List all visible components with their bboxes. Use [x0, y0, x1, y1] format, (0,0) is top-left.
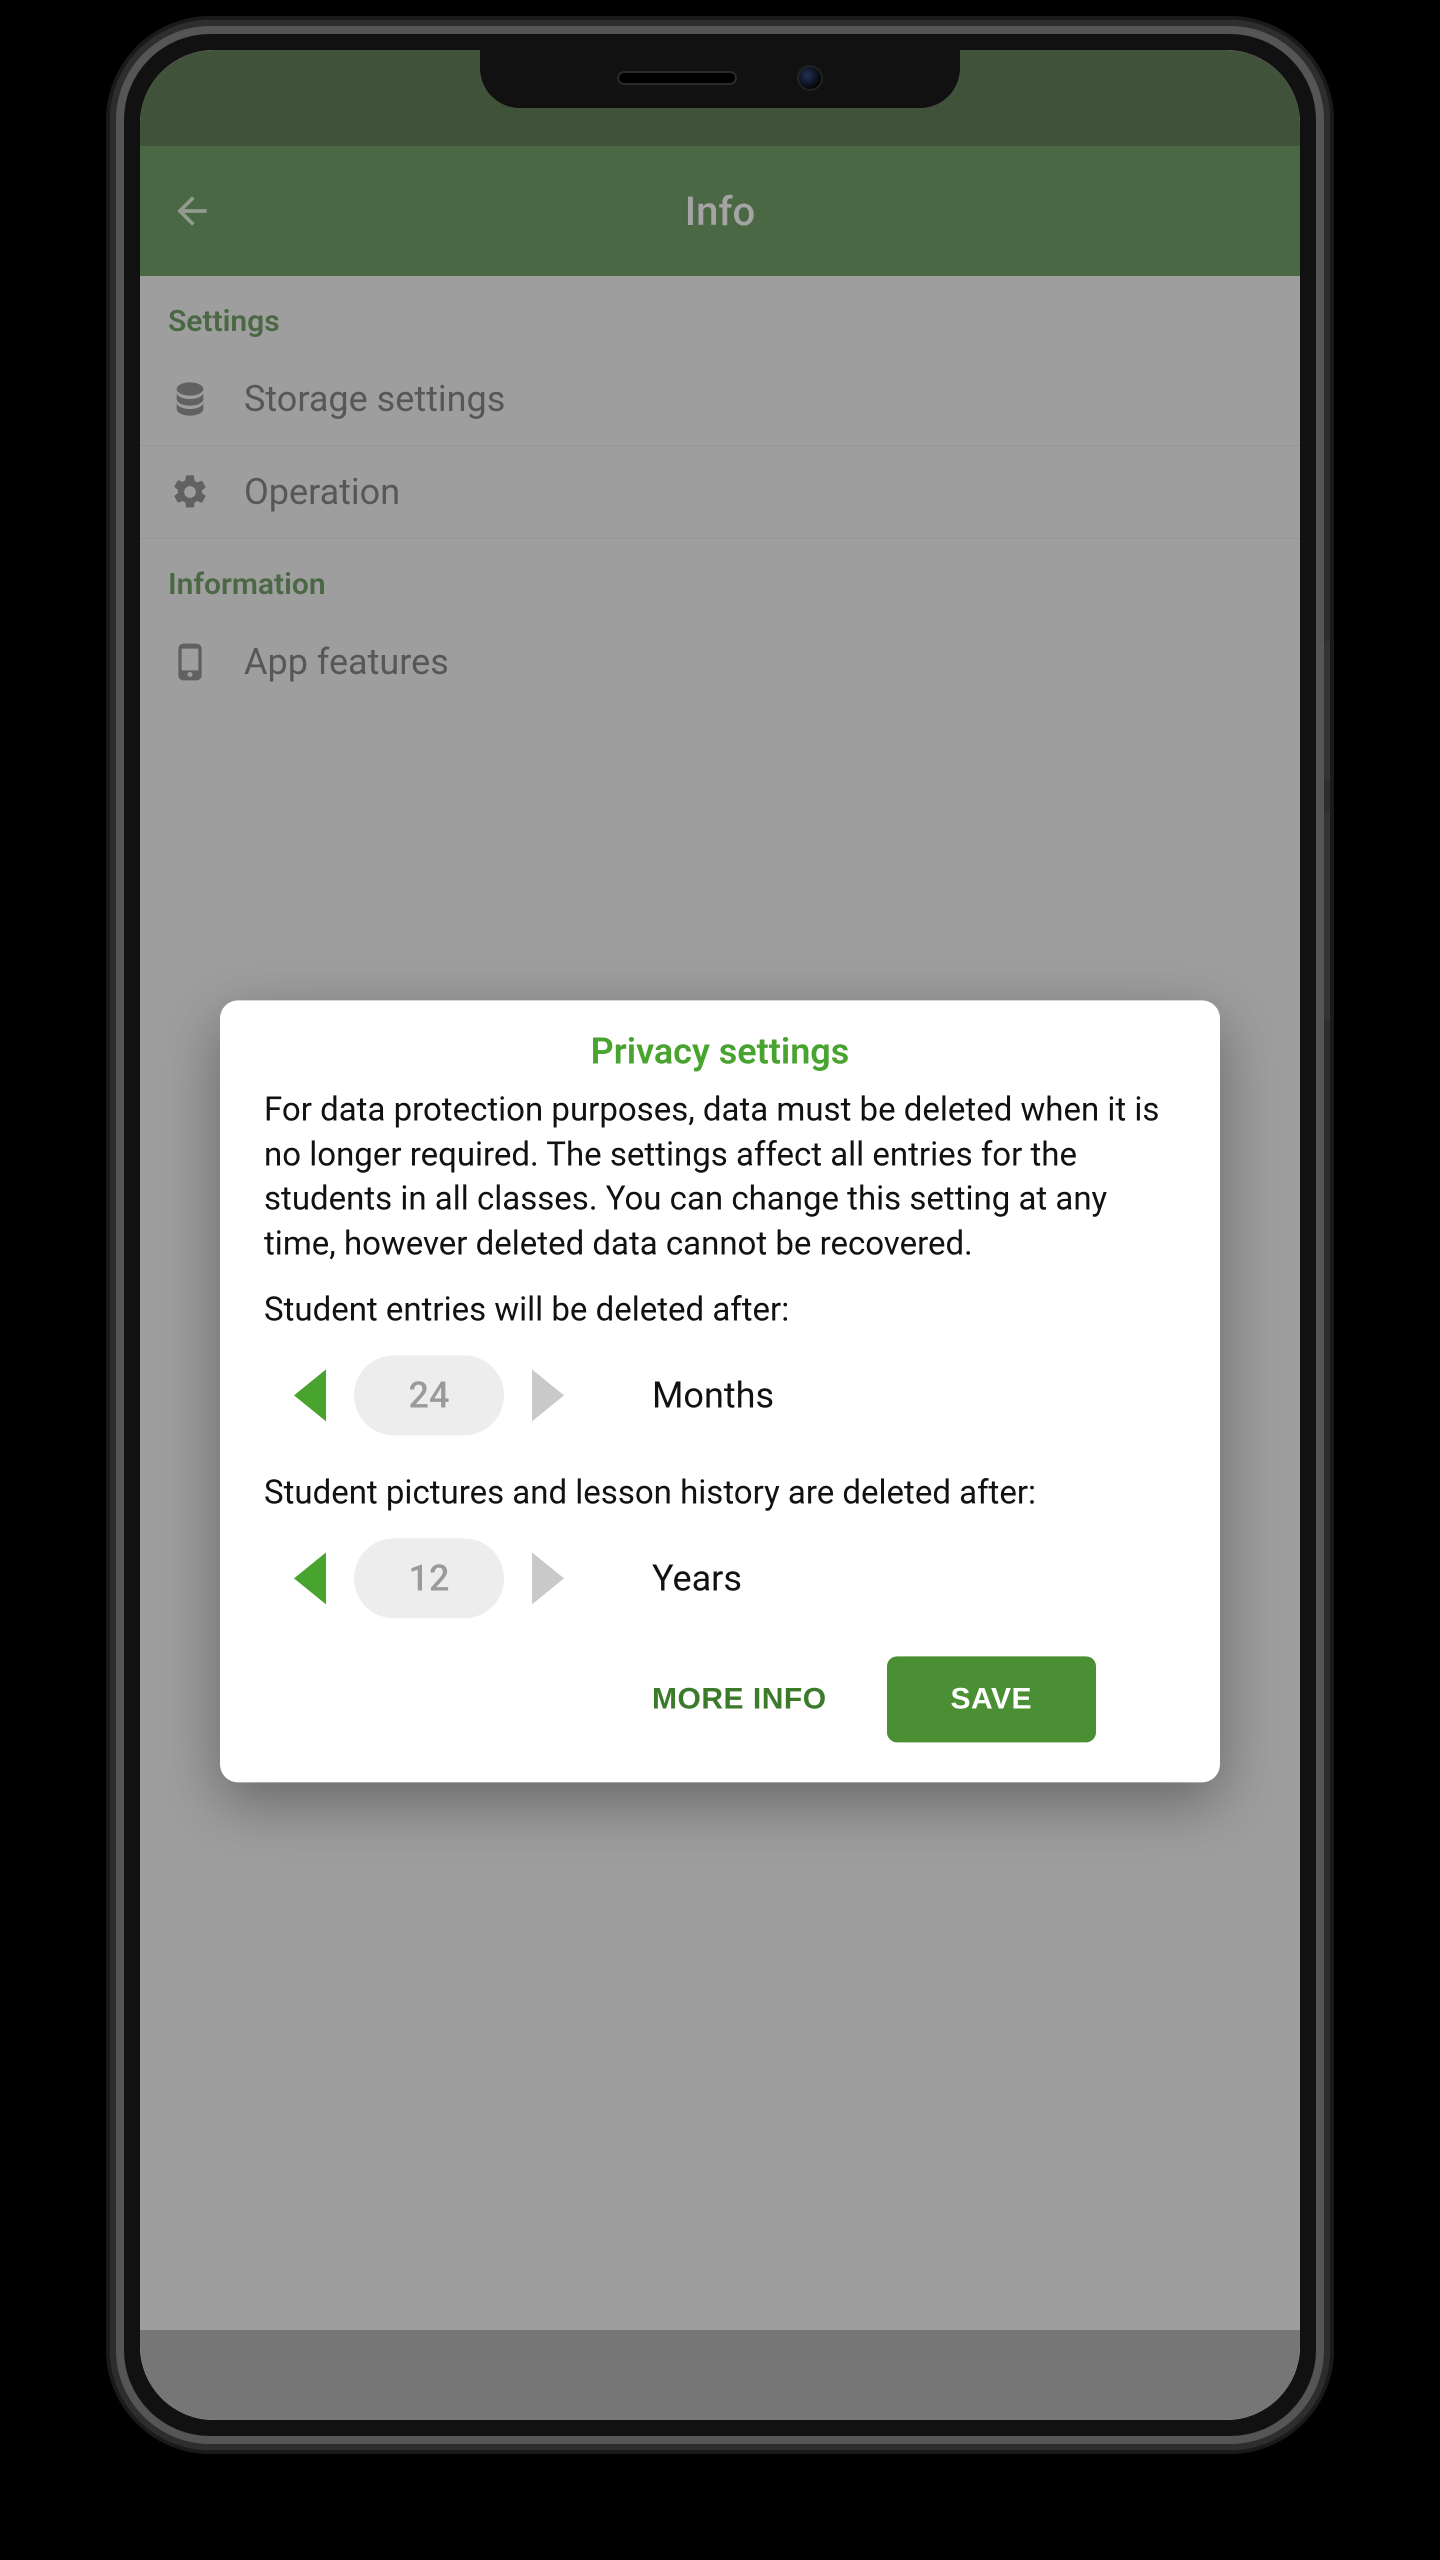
speaker-grill — [617, 71, 737, 85]
decrement-entries-button[interactable] — [294, 1370, 326, 1422]
increment-pictures-button[interactable] — [532, 1553, 564, 1605]
entries-stepper: 24 Months — [264, 1348, 1176, 1464]
device-frame: Info Settings Storage settings O — [110, 20, 1330, 2450]
pictures-unit: Years — [652, 1558, 742, 1600]
entries-unit: Months — [652, 1375, 774, 1417]
pictures-label: Student pictures and lesson history are … — [264, 1474, 1176, 1513]
privacy-settings-dialog: Privacy settings For data protection pur… — [220, 1000, 1220, 1782]
device-notch — [480, 50, 960, 108]
increment-entries-button[interactable] — [532, 1370, 564, 1422]
entries-label: Student entries will be deleted after: — [264, 1291, 1176, 1330]
more-info-button[interactable]: MORE INFO — [642, 1665, 837, 1735]
dialog-title: Privacy settings — [264, 1030, 1176, 1072]
front-camera — [797, 65, 823, 91]
decrement-pictures-button[interactable] — [294, 1553, 326, 1605]
entries-value[interactable]: 24 — [354, 1356, 504, 1436]
pictures-value[interactable]: 12 — [354, 1539, 504, 1619]
pictures-stepper: 12 Years — [264, 1531, 1176, 1647]
save-button[interactable]: SAVE — [887, 1657, 1096, 1743]
device-hw-button — [1324, 640, 1330, 780]
dialog-actions: MORE INFO SAVE — [264, 1657, 1176, 1743]
device-hw-button — [1324, 810, 1330, 1020]
screen: Info Settings Storage settings O — [140, 50, 1300, 2420]
dialog-body: For data protection purposes, data must … — [264, 1088, 1176, 1266]
